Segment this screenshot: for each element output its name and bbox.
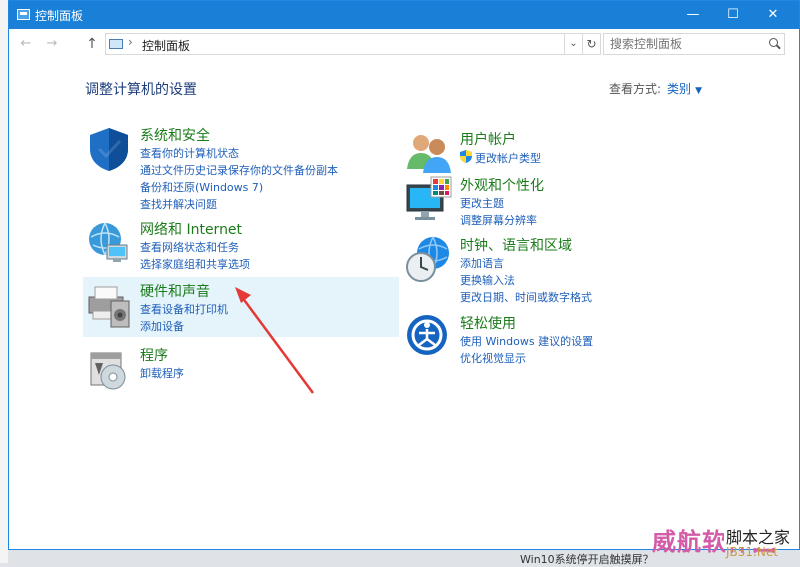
view-by-label: 查看方式: [609,82,662,96]
category-link[interactable]: 更改帐户类型 [475,150,541,166]
category-link[interactable]: 卸载程序 [140,365,184,381]
category-link[interactable]: 查看网络状态和任务 [140,239,239,255]
category-system-security: 系统和安全 查看你的计算机状态 通过文件历史记录保存你的文件备份副本 备份和还原… [85,125,385,215]
control-panel-window: 控制面板 — ☐ ✕ ← → ↑ › 控制面板 ⌄ ↻ 调整计算机的设置 查看方… [8,0,800,550]
chevron-down-icon[interactable]: ▼ [695,86,702,96]
category-link[interactable]: 选择家庭组和共享选项 [140,256,250,272]
watermark-site: JB51.Net [726,545,778,559]
ease-of-access-icon[interactable] [405,313,453,361]
control-panel-icon [109,39,123,49]
category-link[interactable]: 查看设备和打印机 [140,301,228,317]
category-link[interactable]: 添加设备 [140,318,184,334]
annotation-arrow [235,287,315,394]
view-by-dropdown[interactable]: 类别 [667,82,691,96]
maximize-button[interactable]: ☐ [713,1,753,29]
title-bar: 控制面板 — ☐ ✕ [9,1,799,29]
category-link[interactable]: 更改日期、时间或数字格式 [460,289,592,305]
close-button[interactable]: ✕ [753,1,793,29]
category-title[interactable]: 外观和个性化 [460,175,544,195]
category-title[interactable]: 时钟、语言和区域 [460,235,572,255]
network-globe-icon[interactable] [85,219,133,267]
search-input[interactable] [606,36,764,52]
category-link[interactable]: 更换输入法 [460,272,515,288]
uac-shield-icon [460,150,472,163]
category-link[interactable]: 查看你的计算机状态 [140,145,239,161]
category-title[interactable]: 网络和 Internet [140,219,242,239]
category-title[interactable]: 硬件和声音 [140,281,210,301]
category-title[interactable]: 程序 [140,345,168,365]
category-link[interactable]: 添加语言 [460,255,504,271]
refresh-button[interactable]: ↻ [583,33,601,55]
category-clock-language-region: 时钟、语言和区域 添加语言 更换输入法 更改日期、时间或数字格式 [405,235,745,305]
category-link[interactable]: 调整屏幕分辨率 [460,212,537,228]
monitor-palette-icon[interactable] [405,175,453,223]
category-link[interactable]: 更改主题 [460,195,504,211]
search-icon[interactable] [769,38,778,47]
category-ease-of-access: 轻松使用 使用 Windows 建议的设置 优化视觉显示 [405,313,745,365]
breadcrumb-separator: › [128,35,133,49]
up-button[interactable]: ↑ [83,35,101,53]
window-title: 控制面板 [35,9,84,23]
clock-globe-icon[interactable] [405,235,453,283]
background-text: Win10系统停开启触摸屏？ [520,553,654,566]
category-title[interactable]: 用户帐户 [460,129,516,149]
category-link[interactable]: 查找并解决问题 [140,196,217,212]
category-user-accounts: 用户帐户 更改帐户类型 [405,129,745,173]
search-box[interactable] [603,33,785,55]
category-link[interactable]: 使用 Windows 建议的设置 [460,333,593,349]
forward-button[interactable]: → [43,35,61,53]
users-icon[interactable] [405,129,453,177]
address-toolbar: ← → ↑ › 控制面板 ⌄ ↻ [9,29,799,59]
category-link[interactable]: 备份和还原(Windows 7) [140,179,263,195]
category-title[interactable]: 轻松使用 [460,313,516,333]
category-network-internet: 网络和 Internet 查看网络状态和任务 选择家庭组和共享选项 [85,219,385,271]
back-button[interactable]: ← [17,35,35,53]
category-appearance: 外观和个性化 更改主题 调整屏幕分辨率 [405,175,745,227]
minimize-button[interactable]: — [673,1,713,29]
programs-disc-icon[interactable] [85,345,133,393]
control-panel-icon [17,9,30,20]
printer-speaker-icon[interactable] [85,281,133,329]
category-link[interactable]: 通过文件历史记录保存你的文件备份副本 [140,162,338,178]
category-link[interactable]: 优化视觉显示 [460,350,526,366]
view-by-control: 查看方式: 类别 ▼ [609,80,702,97]
shield-icon[interactable] [85,125,133,173]
address-input[interactable]: › 控制面板 [105,33,565,55]
background-window-strip [0,0,8,563]
control-panel-content: 调整计算机的设置 查看方式: 类别 ▼ 系统和安全 查看你的计算机状态 通过文件历史… [9,59,799,549]
category-title[interactable]: 系统和安全 [140,125,210,145]
breadcrumb-control-panel[interactable]: 控制面板 [142,37,190,54]
page-title: 调整计算机的设置 [85,82,197,98]
address-dropdown-button[interactable]: ⌄ [565,33,583,55]
